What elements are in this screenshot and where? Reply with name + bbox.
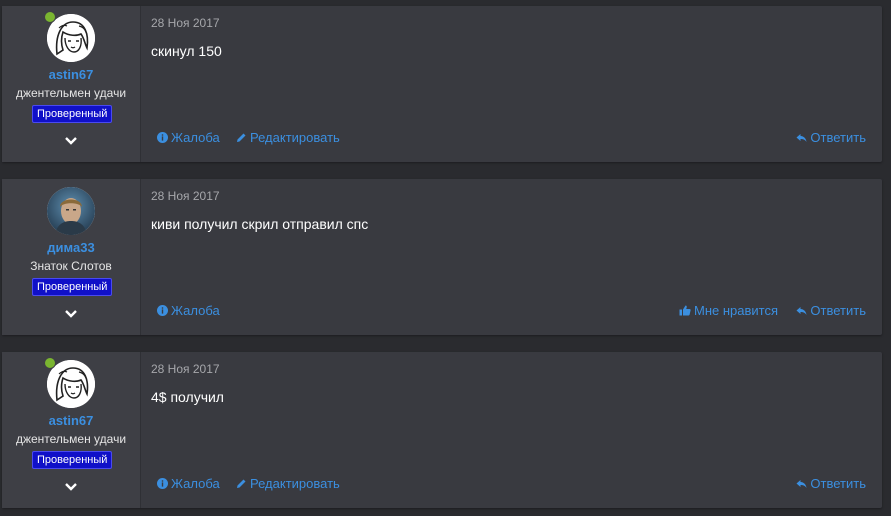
chevron-down-icon[interactable] bbox=[64, 309, 78, 319]
post-content: 28 Ноя 2017 скинул 150 Жалоба Редактиров… bbox=[141, 6, 882, 162]
post-message: скинул 150 bbox=[151, 43, 222, 59]
edit-link[interactable]: Редактировать bbox=[236, 476, 340, 491]
reply-link[interactable]: Ответить bbox=[796, 130, 866, 145]
post: дима33 Знаток Слотов Проверенный 28 Ноя … bbox=[2, 179, 882, 335]
post-date[interactable]: 28 Ноя 2017 bbox=[151, 189, 220, 203]
thumbs-up-icon bbox=[679, 305, 691, 316]
reply-icon bbox=[796, 133, 807, 142]
reply-link[interactable]: Ответить bbox=[796, 303, 866, 318]
info-icon bbox=[157, 305, 168, 316]
edit-link[interactable]: Редактировать bbox=[236, 130, 340, 145]
pencil-icon bbox=[237, 479, 246, 488]
online-status-indicator bbox=[44, 357, 56, 369]
user-title: Знаток Слотов bbox=[30, 259, 112, 273]
verified-badge: Проверенный bbox=[32, 278, 113, 296]
report-label: Жалоба bbox=[171, 303, 220, 318]
post-message: киви получил скрил отправил спс bbox=[151, 216, 369, 232]
pencil-icon bbox=[237, 133, 246, 142]
post-content: 28 Ноя 2017 4$ получил Жалоба Редактиров… bbox=[141, 352, 882, 508]
post-content: 28 Ноя 2017 киви получил скрил отправил … bbox=[141, 179, 882, 335]
photo-avatar-icon bbox=[47, 187, 95, 235]
verified-badge: Проверенный bbox=[32, 105, 113, 123]
online-status-indicator bbox=[44, 11, 56, 23]
user-title: джентельмен удачи bbox=[15, 432, 127, 446]
user-info: дима33 Знаток Слотов Проверенный bbox=[2, 179, 141, 335]
reply-label: Ответить bbox=[810, 130, 866, 145]
chevron-down-icon[interactable] bbox=[64, 136, 78, 146]
info-icon bbox=[157, 132, 168, 143]
username[interactable]: дима33 bbox=[2, 240, 140, 255]
chevron-down-icon[interactable] bbox=[64, 482, 78, 492]
username[interactable]: astin67 bbox=[2, 413, 140, 428]
report-label: Жалоба bbox=[171, 476, 220, 491]
report-link[interactable]: Жалоба bbox=[157, 130, 220, 145]
report-link[interactable]: Жалоба bbox=[157, 476, 220, 491]
user-title: джентельмен удачи bbox=[15, 86, 127, 100]
report-label: Жалоба bbox=[171, 130, 220, 145]
reply-link[interactable]: Ответить bbox=[796, 476, 866, 491]
reply-icon bbox=[796, 306, 807, 315]
like-link[interactable]: Мне нравится bbox=[679, 303, 778, 318]
reply-icon bbox=[796, 479, 807, 488]
verified-badge: Проверенный bbox=[32, 451, 113, 469]
username[interactable]: astin67 bbox=[2, 67, 140, 82]
user-info: astin67 джентельмен удачи Проверенный bbox=[2, 6, 141, 162]
post-date[interactable]: 28 Ноя 2017 bbox=[151, 362, 220, 376]
post-message: 4$ получил bbox=[151, 389, 224, 405]
post: astin67 джентельмен удачи Проверенный 28… bbox=[2, 6, 882, 162]
post-date[interactable]: 28 Ноя 2017 bbox=[151, 16, 220, 30]
like-label: Мне нравится bbox=[693, 303, 778, 318]
user-info: astin67 джентельмен удачи Проверенный bbox=[2, 352, 141, 508]
info-icon bbox=[157, 478, 168, 489]
edit-label: Редактировать bbox=[250, 130, 340, 145]
report-link[interactable]: Жалоба bbox=[157, 303, 220, 318]
reply-label: Ответить bbox=[810, 476, 866, 491]
edit-label: Редактировать bbox=[250, 476, 340, 491]
post: astin67 джентельмен удачи Проверенный 28… bbox=[2, 352, 882, 508]
reply-label: Ответить bbox=[810, 303, 866, 318]
avatar[interactable] bbox=[47, 187, 95, 235]
